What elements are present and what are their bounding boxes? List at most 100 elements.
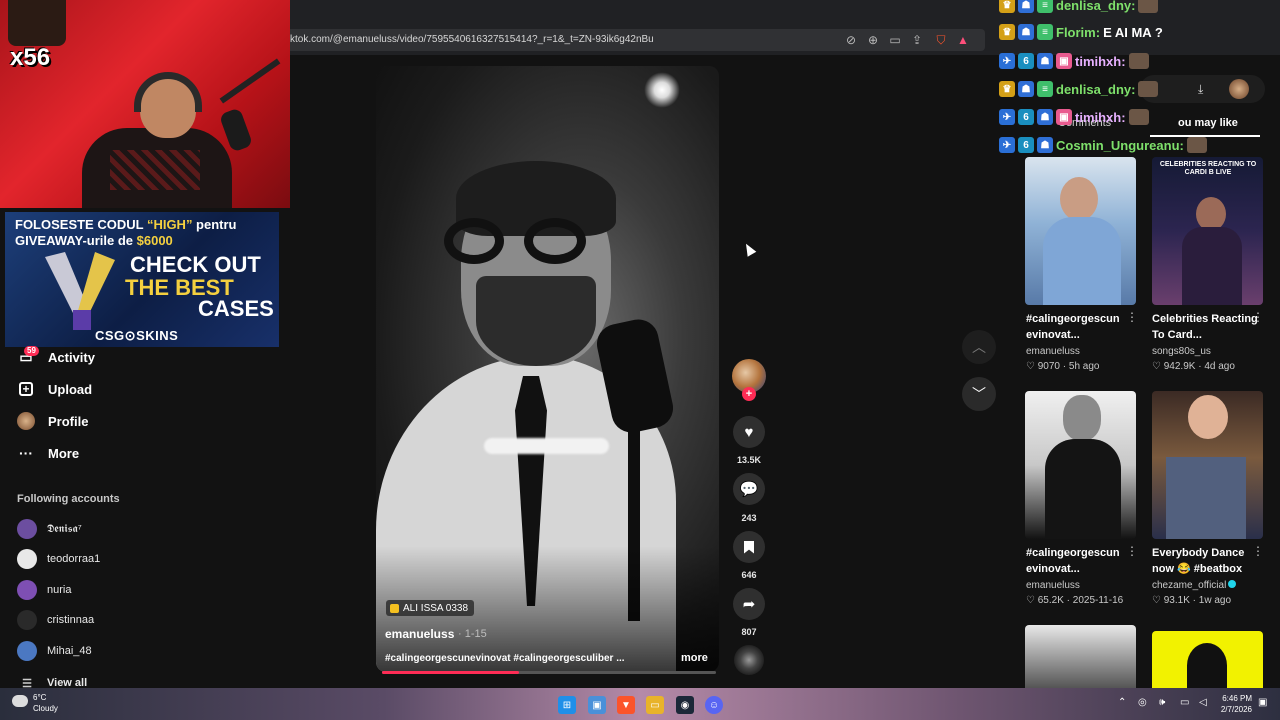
- follow-plus-button[interactable]: +: [742, 387, 756, 401]
- caption-more-button[interactable]: more: [681, 652, 708, 664]
- weather-description[interactable]: Cloudy: [33, 704, 58, 713]
- heart-badge-icon: ▣: [1056, 109, 1072, 125]
- task-view-icon[interactable]: ▣: [588, 696, 606, 714]
- sub-badge-icon: ☗: [1037, 109, 1053, 125]
- chat-username: Florim:: [1056, 24, 1101, 40]
- bookmark-count: 646: [741, 570, 757, 580]
- gift-badge-icon: 6: [1018, 137, 1034, 153]
- user-avatar[interactable]: [1229, 79, 1249, 99]
- card-author[interactable]: emanueluss: [1026, 580, 1080, 591]
- thumb-person: [1063, 395, 1101, 441]
- card-title[interactable]: #calingeorgescun evinovat...: [1026, 545, 1134, 577]
- following-account[interactable]: nuria: [17, 580, 71, 600]
- network-icon[interactable]: ▭: [1180, 697, 1189, 708]
- thumb-person: [1187, 643, 1227, 688]
- download-icon[interactable]: ⤓: [1198, 82, 1203, 97]
- reader-mode-icon[interactable]: ⊘: [844, 33, 858, 47]
- card-author[interactable]: emanueluss: [1026, 346, 1080, 357]
- bookmark-button[interactable]: [733, 531, 765, 563]
- weather-temperature[interactable]: 6°C: [33, 693, 46, 702]
- volume-icon[interactable]: 🕪: [1159, 697, 1165, 708]
- previous-video-button[interactable]: ︿: [962, 330, 996, 364]
- following-account[interactable]: Mihai_48: [17, 641, 92, 661]
- tray-app-icon[interactable]: ◎: [1138, 697, 1147, 708]
- card-menu-icon[interactable]: ⋮: [1126, 310, 1138, 324]
- discord-icon[interactable]: ☺: [705, 696, 723, 714]
- rewards-icon[interactable]: ▲: [956, 33, 970, 47]
- sidebar-item-label: Activity: [48, 349, 95, 365]
- promo-cta-3: CASES: [198, 296, 274, 321]
- steam-icon[interactable]: ◉: [676, 696, 694, 714]
- card-author-name: chezame_official: [1152, 580, 1227, 591]
- sub-badge-icon: ☗: [1018, 81, 1034, 97]
- promo-code: “HIGH”: [146, 217, 193, 232]
- url-text[interactable]: ktok.com/@emanueluss/video/7595540616327…: [290, 34, 654, 45]
- tab-you-may-like[interactable]: ou may like: [1178, 117, 1238, 129]
- sidebar-item-profile[interactable]: Profile: [17, 410, 88, 432]
- avatar-icon: [17, 412, 35, 430]
- following-account[interactable]: 𝕯𝖊𝖓𝖎𝖘𝖆⁷: [17, 519, 82, 539]
- sidebar-item-more[interactable]: ··· More: [17, 442, 79, 464]
- gift-badge-icon: 6: [1018, 53, 1034, 69]
- following-account[interactable]: teodorraa1: [17, 549, 100, 569]
- video-thumbnail[interactable]: [1025, 391, 1136, 539]
- video-thumbnail[interactable]: [1025, 157, 1136, 305]
- zoom-icon[interactable]: ⊕: [866, 33, 880, 47]
- video-player[interactable]: [376, 66, 719, 672]
- comment-button[interactable]: 💬: [733, 473, 765, 505]
- clock-date[interactable]: 2/7/2026: [1216, 705, 1252, 714]
- card-menu-icon[interactable]: ⋮: [1126, 544, 1138, 558]
- card-title[interactable]: #calingeorgescun evinovat...: [1026, 311, 1134, 343]
- card-menu-icon[interactable]: ⋮: [1252, 310, 1264, 324]
- video-thumbnail[interactable]: [1152, 631, 1263, 688]
- chat-text: E AI MA ?: [1103, 24, 1163, 40]
- brave-shield-icon[interactable]: ⛉: [934, 33, 948, 47]
- share-button[interactable]: ➦: [733, 588, 765, 620]
- video-thumbnail[interactable]: CELEBRITIES REACTING TO CARDI B LIVE: [1152, 157, 1263, 305]
- thumb-caption: CELEBRITIES REACTING TO CARDI B LIVE: [1159, 161, 1257, 176]
- crown-badge-icon: ♛: [999, 0, 1015, 13]
- activity-badge: 59: [24, 346, 39, 356]
- video-caption[interactable]: #calingeorgescunevinovat #calingeorgescu…: [385, 653, 645, 664]
- notification-icon[interactable]: ▣: [1258, 697, 1267, 708]
- next-video-button[interactable]: ﹀: [962, 377, 996, 411]
- like-button[interactable]: ♥: [733, 416, 765, 448]
- chat-message: ♛ ☗ ≡ denlisa_dny:: [999, 0, 1159, 16]
- cast-icon[interactable]: ▭: [888, 33, 902, 47]
- sub-badge-icon: ☗: [1018, 0, 1034, 13]
- emote-icon: [1128, 109, 1149, 125]
- music-disc-icon[interactable]: [734, 645, 764, 675]
- clock-time[interactable]: 6:46 PM: [1218, 694, 1252, 703]
- chat-username: timihxh:: [1075, 109, 1126, 125]
- start-menu-icon[interactable]: ⊞: [558, 696, 576, 714]
- card-title[interactable]: Celebrities Reacting To Card...: [1152, 311, 1260, 343]
- speaker-icon[interactable]: ◁: [1199, 697, 1207, 708]
- video-date: · 1-15: [458, 628, 487, 640]
- thumb-shirt: [1043, 217, 1121, 305]
- tier-badge-icon: ≡: [1037, 81, 1053, 97]
- card-stats: ♡ 93.1K · 1w ago: [1152, 595, 1232, 606]
- tray-chevron-icon[interactable]: ⌃: [1118, 697, 1126, 708]
- chat-message: ✈ 6 ☗ Cosmin_Ungureanu:: [999, 134, 1207, 156]
- video-thumbnail[interactable]: [1025, 625, 1136, 688]
- promo-amount: $6000: [136, 233, 173, 248]
- cloud-icon[interactable]: [12, 695, 28, 707]
- card-author[interactable]: songs80s_us: [1152, 346, 1211, 357]
- video-thumbnail[interactable]: [1152, 391, 1263, 539]
- sub-badge-icon: ☗: [1037, 53, 1053, 69]
- following-account[interactable]: cristinnaa: [17, 610, 94, 630]
- card-author[interactable]: chezame_official: [1152, 580, 1237, 591]
- brave-browser-icon[interactable]: ▼: [617, 696, 635, 714]
- card-title[interactable]: Everybody Dance now 😂 #beatbox: [1152, 545, 1260, 577]
- sidebar-item-label: Upload: [48, 381, 93, 397]
- share-icon[interactable]: ⇪: [910, 33, 924, 47]
- headphones: [134, 72, 202, 112]
- thumb-crowd: [1166, 457, 1246, 539]
- file-explorer-icon[interactable]: ▭: [646, 696, 664, 714]
- sidebar-item-upload[interactable]: + Upload: [17, 378, 92, 400]
- card-age: 2025-11-16: [1072, 595, 1124, 606]
- card-menu-icon[interactable]: ⋮: [1252, 544, 1264, 558]
- chat-message: ✈ 6 ☗ ▣ timihxh:: [999, 50, 1149, 72]
- sound-chip[interactable]: ALI ISSA 0338: [386, 600, 475, 616]
- video-author[interactable]: emanueluss: [385, 627, 454, 641]
